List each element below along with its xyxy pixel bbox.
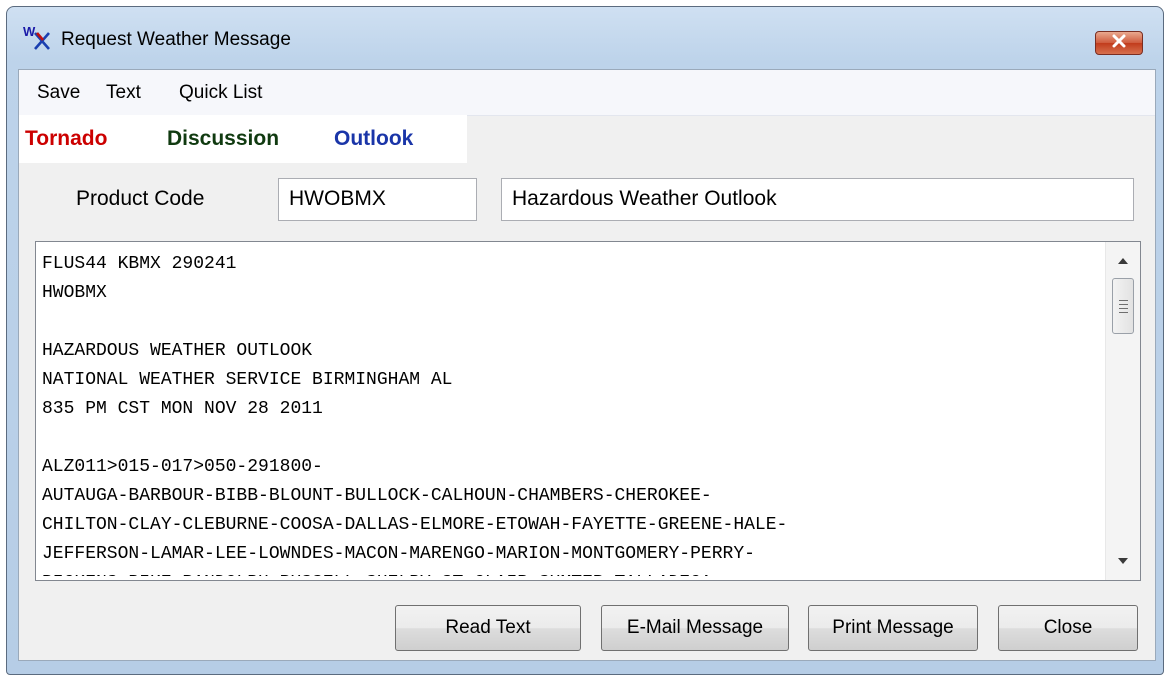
grip-line: [1119, 308, 1128, 309]
scrollbar-thumb[interactable]: [1112, 278, 1134, 334]
grip-line: [1119, 300, 1128, 301]
close-button[interactable]: Close: [998, 605, 1138, 651]
grip-line: [1119, 312, 1128, 313]
read-text-button[interactable]: Read Text: [395, 605, 581, 651]
scroll-down-arrow-icon[interactable]: [1106, 546, 1139, 576]
grip-line: [1119, 304, 1128, 305]
product-type-tabs: Tornado Discussion Outlook: [19, 115, 467, 163]
tab-tornado[interactable]: Tornado: [25, 127, 107, 151]
window-title: Request Weather Message: [61, 29, 291, 50]
scroll-up-arrow-icon[interactable]: [1106, 246, 1139, 276]
email-message-button[interactable]: E-Mail Message: [601, 605, 789, 651]
print-message-button[interactable]: Print Message: [808, 605, 978, 651]
message-text: FLUS44 KBMX 290241 HWOBMX HAZARDOUS WEAT…: [42, 254, 788, 576]
menu-quick-list[interactable]: Quick List: [179, 82, 262, 104]
dialog-client-area: Save Text Quick List Tornado Discussion …: [18, 69, 1156, 661]
title-bar[interactable]: W Request Weather Message: [7, 7, 1163, 69]
vertical-scrollbar[interactable]: [1105, 242, 1140, 580]
wx-icon: W: [23, 23, 55, 51]
message-text-area[interactable]: FLUS44 KBMX 290241 HWOBMX HAZARDOUS WEAT…: [35, 241, 1141, 581]
menu-text[interactable]: Text: [106, 82, 141, 104]
product-description-field[interactable]: Hazardous Weather Outlook: [501, 178, 1134, 221]
product-code-field[interactable]: HWOBMX: [278, 178, 477, 221]
close-icon: [1111, 34, 1127, 53]
tab-discussion[interactable]: Discussion: [167, 127, 279, 151]
menu-save[interactable]: Save: [37, 82, 80, 104]
request-weather-message-window: W Request Weather Message Save Text Quic…: [6, 6, 1164, 675]
product-code-label: Product Code: [76, 187, 205, 210]
menu-bar: Save Text Quick List: [19, 70, 1155, 116]
tab-outlook[interactable]: Outlook: [334, 127, 413, 151]
window-close-button[interactable]: [1095, 31, 1143, 55]
svg-text:W: W: [23, 24, 36, 39]
